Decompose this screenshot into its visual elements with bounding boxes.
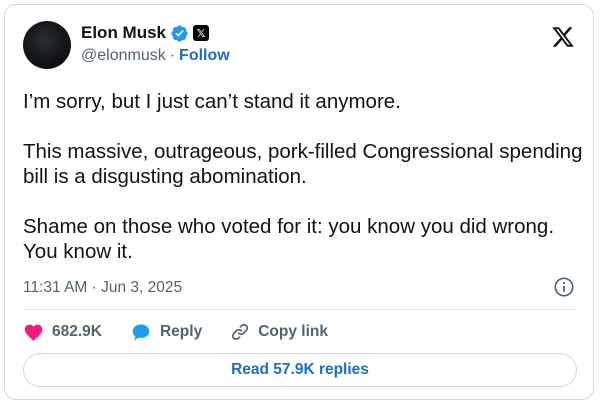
copy-link-button[interactable]: Copy link bbox=[230, 322, 328, 342]
author-display-name[interactable]: Elon Musk bbox=[81, 23, 166, 43]
heart-icon bbox=[24, 324, 43, 341]
reply-bubble-icon bbox=[132, 323, 150, 340]
like-count: 682.9K bbox=[52, 323, 102, 340]
handle-separator: · bbox=[169, 47, 176, 64]
tweet-paragraph-1: I’m sorry, but I just can’t stand it any… bbox=[23, 90, 401, 113]
tweet-actions: 682.9K Reply Copy link bbox=[23, 320, 356, 344]
tweet-paragraph-2: This massive, outrageous, pork-filled Co… bbox=[23, 140, 583, 188]
read-replies-button[interactable]: Read 57.9K replies bbox=[23, 353, 577, 387]
info-icon[interactable] bbox=[553, 276, 575, 298]
author-name-row: Elon Musk 𝕏 bbox=[81, 22, 210, 44]
tweet-card: Elon Musk 𝕏 @elonmusk · Follow I’m sorry, … bbox=[4, 4, 594, 400]
follow-button[interactable]: Follow bbox=[179, 47, 230, 64]
link-icon bbox=[232, 323, 249, 341]
verified-badge-icon bbox=[171, 24, 188, 42]
author-handle-row: @elonmusk · Follow bbox=[81, 47, 230, 65]
tweet-text: I’m sorry, but I just can’t stand it any… bbox=[23, 89, 583, 289]
x-logo-icon[interactable] bbox=[551, 25, 575, 49]
like-button[interactable]: 682.9K bbox=[23, 322, 102, 343]
x-affiliate-badge-icon: 𝕏 bbox=[193, 25, 210, 41]
reply-button[interactable]: Reply bbox=[130, 322, 202, 343]
copy-link-label: Copy link bbox=[258, 323, 328, 340]
reply-label: Reply bbox=[159, 323, 203, 340]
avatar[interactable] bbox=[23, 21, 71, 69]
tweet-timestamp[interactable]: 11:31 AM · Jun 3, 2025 bbox=[23, 279, 182, 297]
tweet-paragraph-3: Shame on those who voted for it: you kno… bbox=[23, 215, 555, 263]
divider bbox=[23, 309, 577, 310]
author-handle[interactable]: @elonmusk bbox=[81, 47, 166, 64]
